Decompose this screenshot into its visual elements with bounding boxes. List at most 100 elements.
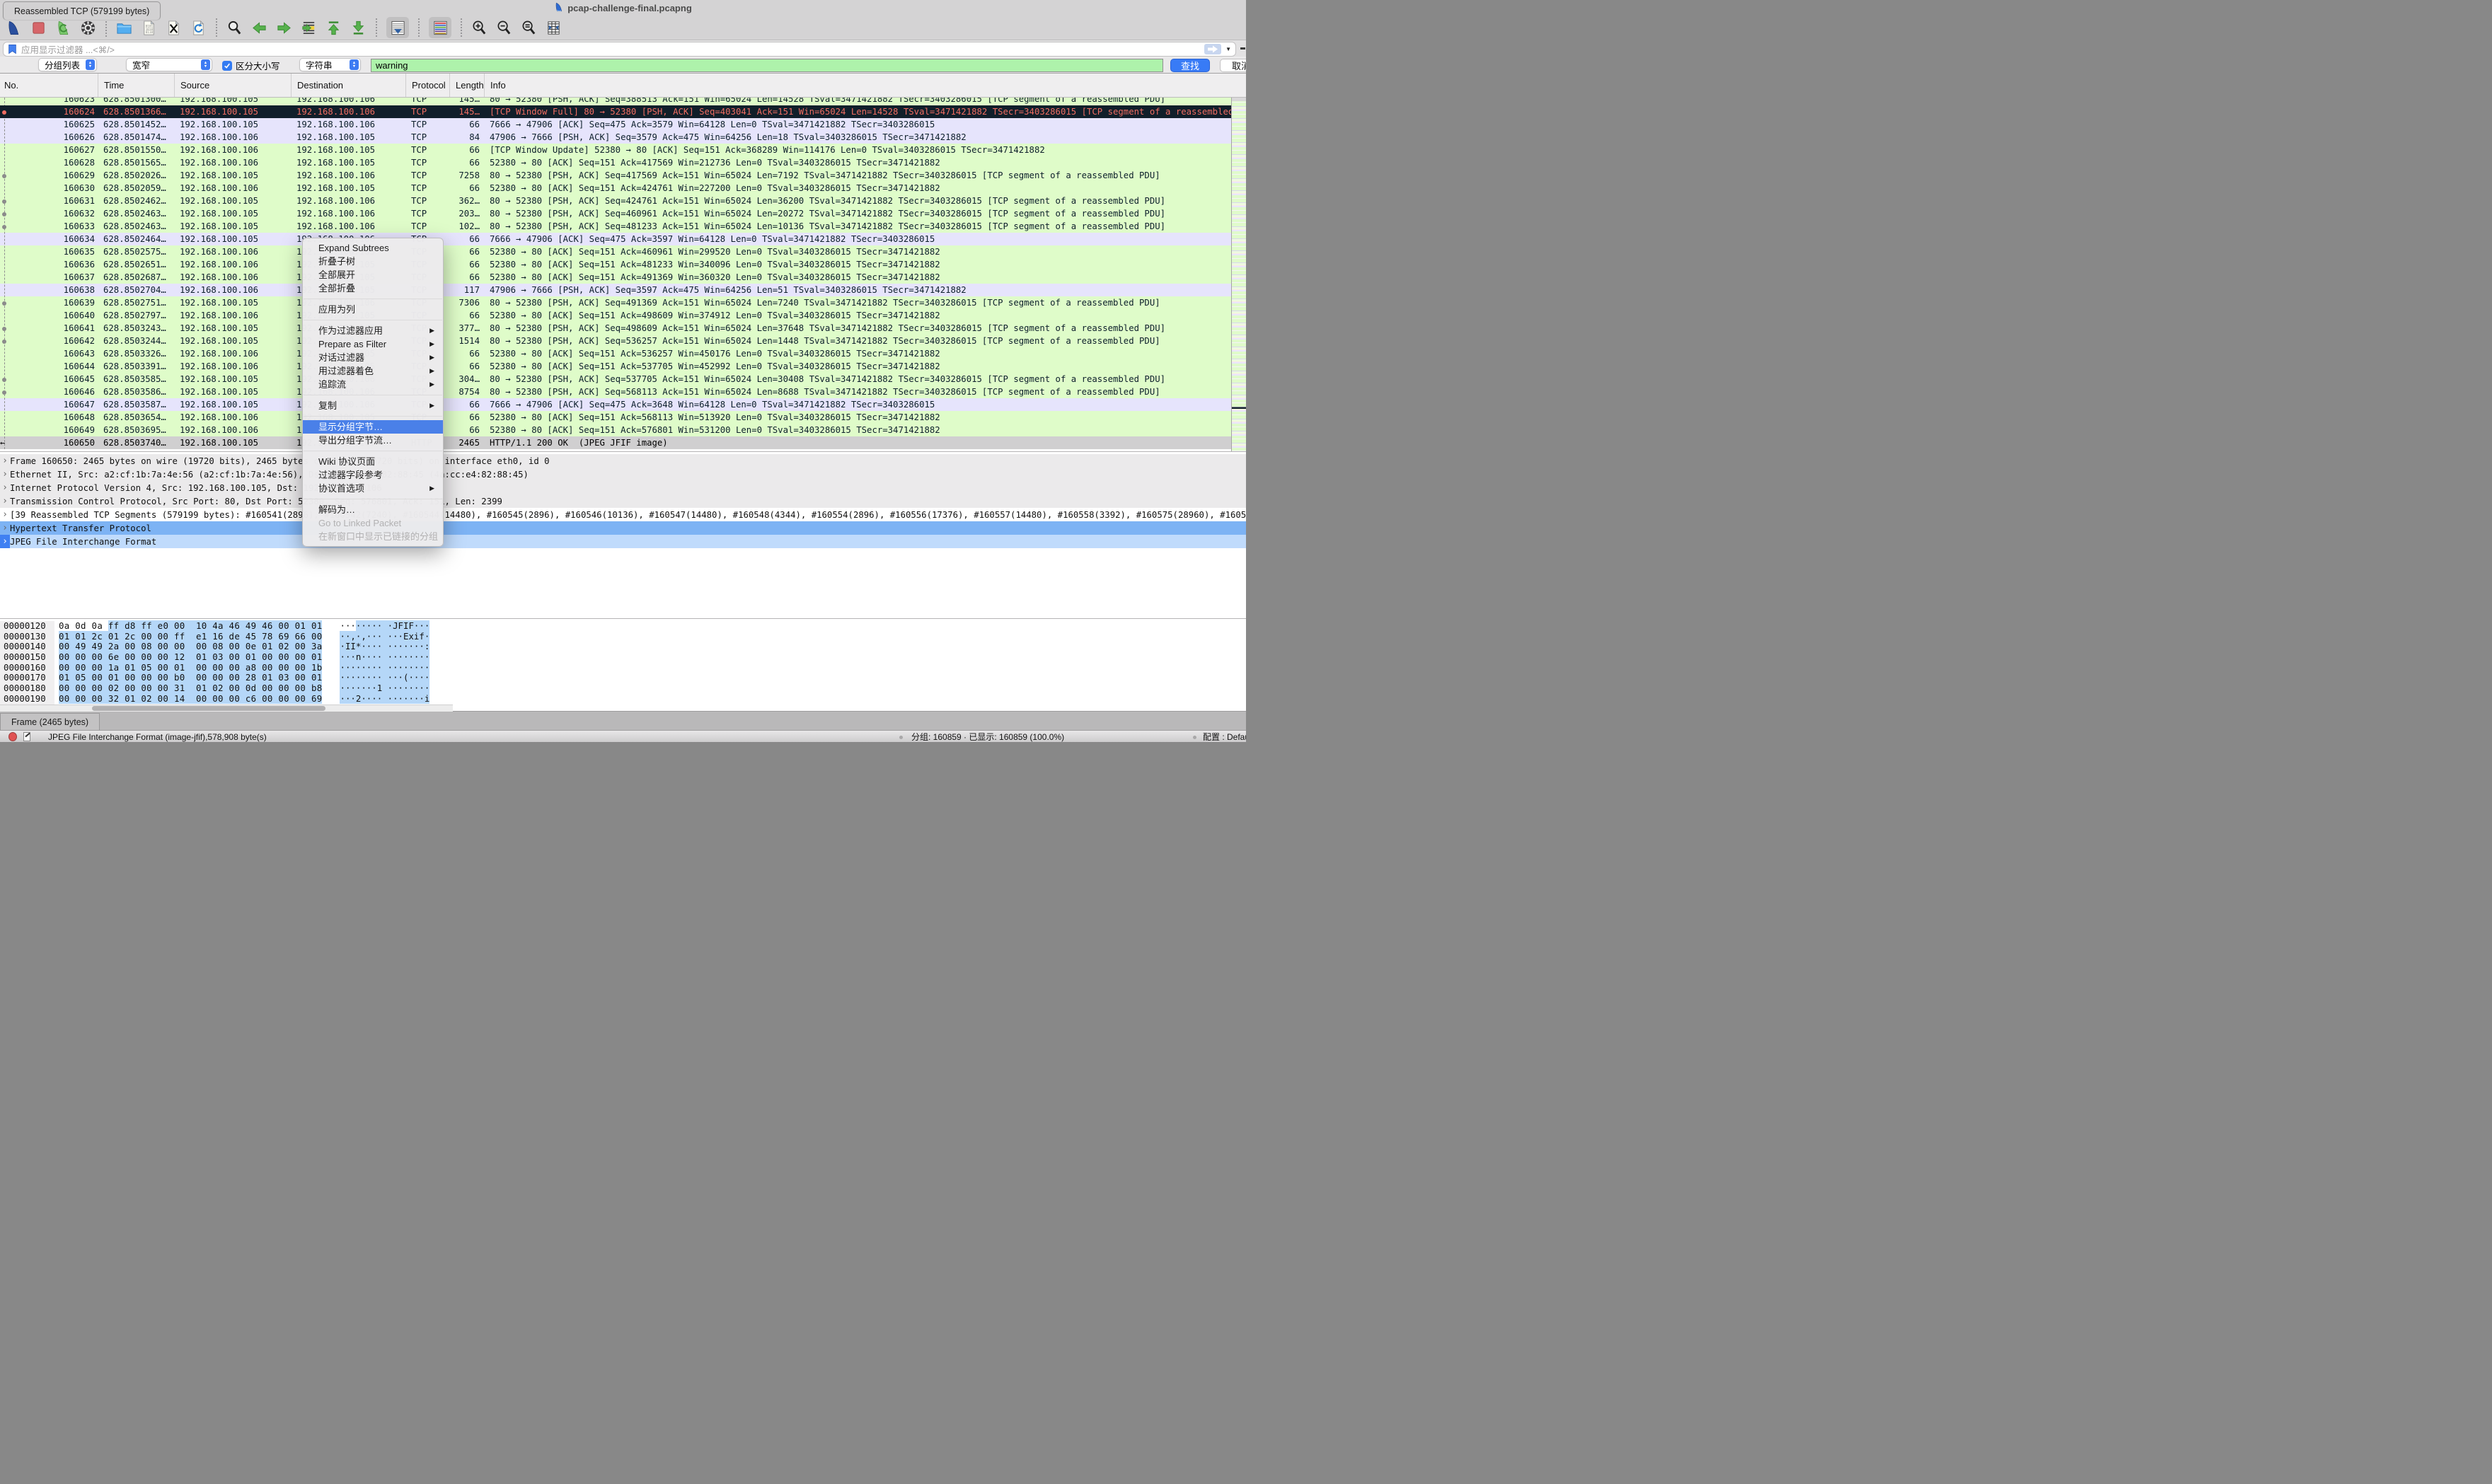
detail-row[interactable]: ›Internet Protocol Version 4, Src: 192.1…	[0, 481, 1246, 494]
packet-row[interactable]: 160631628.8502462…192.168.100.105192.168…	[0, 195, 1231, 207]
detail-row[interactable]: ›Hypertext Transfer Protocol	[0, 521, 1246, 535]
hex-bytes[interactable]: 01 01 2c 01 2c 00 00 ff e1 16 de 45 78 6…	[59, 632, 322, 642]
column-header-time[interactable]: Time	[98, 74, 174, 97]
packet-row[interactable]: 160624628.8501366…192.168.100.105192.168…	[0, 105, 1231, 118]
expander-icon[interactable]: ›	[0, 456, 10, 466]
column-header-destination[interactable]: Destination	[291, 74, 405, 97]
hex-bytes[interactable]: 0a 0d 0a ff d8 ff e0 00 10 4a 46 49 46 0…	[59, 621, 322, 632]
find-packet-button[interactable]	[226, 20, 243, 36]
packet-row[interactable]: 160641628.8503243…192.168.100.105192.168…	[0, 322, 1231, 335]
menu-item[interactable]: Go to Linked Packet	[303, 516, 443, 530]
display-filter-input[interactable]: 应用显示过滤器 ...<⌘/> ▼	[3, 42, 1236, 57]
hex-bytes[interactable]: 00 00 00 6e 00 00 00 12 01 03 00 01 00 0…	[59, 652, 322, 663]
column-header-info[interactable]: Info	[484, 74, 1246, 97]
detail-row[interactable]: ›Frame 160650: 2465 bytes on wire (19720…	[0, 454, 1246, 468]
column-header-length[interactable]: Length	[449, 74, 484, 97]
packet-row[interactable]: 160640628.8502797…192.168.100.106192.168…	[0, 309, 1231, 322]
restart-capture-button[interactable]	[55, 20, 71, 36]
packet-row[interactable]: 160635628.8502575…192.168.100.106192.168…	[0, 245, 1231, 258]
menu-item[interactable]: 显示分组字节…	[303, 420, 443, 434]
detail-row[interactable]: ›Ethernet II, Src: a2:cf:1b:7a:4e:56 (a2…	[0, 468, 1246, 481]
packet-row[interactable]: 160643628.8503326…192.168.100.106192.168…	[0, 347, 1231, 360]
start-capture-button[interactable]	[6, 20, 22, 36]
colorize-toggle[interactable]	[429, 17, 451, 38]
previous-packet-button[interactable]	[251, 20, 267, 36]
hex-bytes[interactable]: 00 49 49 2a 00 08 00 00 00 08 00 0e 01 0…	[59, 642, 322, 652]
menu-item[interactable]: Wiki 协议页面	[303, 455, 443, 468]
menu-item[interactable]: 用过滤器着色▶	[303, 364, 443, 378]
packet-row[interactable]: 160636628.8502651…192.168.100.106192.168…	[0, 258, 1231, 271]
menu-item[interactable]: 在新窗口中显示已链接的分组	[303, 530, 443, 543]
scrollbar-handle[interactable]	[92, 706, 325, 711]
menu-item[interactable]: 折叠子树	[303, 255, 443, 268]
hex-row[interactable]: 000001200a 0d 0a ff d8 ff e0 00 10 4a 46…	[0, 621, 1246, 632]
next-packet-button[interactable]	[276, 20, 292, 36]
hex-bytes[interactable]: 00 00 00 1a 01 05 00 01 00 00 00 a8 00 0…	[59, 663, 322, 673]
packet-row[interactable]: 160630628.8502059…192.168.100.106192.168…	[0, 182, 1231, 195]
hex-row[interactable]: 0000013001 01 2c 01 2c 00 00 ff e1 16 de…	[0, 632, 1246, 642]
hex-row[interactable]: 0000016000 00 00 1a 01 05 00 01 00 00 00…	[0, 663, 1246, 673]
hex-ascii[interactable]: ··,·,··· ···Exif·	[340, 632, 429, 642]
expander-icon[interactable]: ›	[0, 482, 10, 493]
hex-ascii[interactable]: ·II*···· ·······:	[340, 642, 429, 652]
detail-row[interactable]: ›Transmission Control Protocol, Src Port…	[0, 494, 1246, 508]
status-profile[interactable]: 配置 : Default	[1203, 731, 1246, 742]
search-range-select[interactable]: 宽窄 ▲▼	[126, 58, 212, 71]
packet-row[interactable]: 160628628.8501565…192.168.100.106192.168…	[0, 156, 1231, 169]
packet-row[interactable]: 160638628.8502704…192.168.100.106192.168…	[0, 284, 1231, 296]
hex-bytes[interactable]: 00 00 00 32 01 02 00 14 00 00 00 c6 00 0…	[59, 694, 322, 705]
hex-ascii[interactable]: ·······1 ········	[340, 683, 429, 694]
packet-row[interactable]: 160627628.8501550…192.168.100.106192.168…	[0, 144, 1231, 156]
close-file-button[interactable]	[166, 20, 182, 36]
expander-icon[interactable]: ›	[0, 496, 10, 506]
hex-ascii[interactable]: ···n···· ········	[340, 652, 429, 663]
filter-history-dropdown-icon[interactable]: ▼	[1225, 46, 1231, 52]
hex-ascii[interactable]: ········ ·JFIF···	[340, 621, 429, 632]
expander-icon[interactable]: ›	[0, 535, 10, 548]
hex-ascii[interactable]: ···2···· ·······i	[340, 694, 429, 705]
first-packet-button[interactable]	[325, 20, 342, 36]
packet-row[interactable]: 160632628.8502463…192.168.100.105192.168…	[0, 207, 1231, 220]
menu-item[interactable]: 导出分组字节流…	[303, 434, 443, 447]
apply-filter-button[interactable]	[1204, 44, 1221, 54]
hex-row[interactable]: 0000018000 00 00 02 00 00 00 31 01 02 00…	[0, 683, 1246, 694]
hex-row[interactable]: 0000017001 05 00 01 00 00 00 b0 00 00 00…	[0, 673, 1246, 683]
packet-row[interactable]: 160647628.8503587…192.168.100.105192.168…	[0, 398, 1231, 411]
hex-bytes[interactable]: 00 00 00 02 00 00 00 31 01 02 00 0d 00 0…	[59, 683, 322, 694]
menu-item[interactable]: 对话过滤器▶	[303, 351, 443, 364]
stop-capture-button[interactable]	[30, 20, 47, 36]
hex-row[interactable]: 0000019000 00 00 32 01 02 00 14 00 00 00…	[0, 694, 1246, 705]
detail-row[interactable]: ›[39 Reassembled TCP Segments (579199 by…	[0, 508, 1246, 521]
capture-comment-icon[interactable]	[23, 732, 30, 741]
hex-row[interactable]: 0000014000 49 49 2a 00 08 00 00 00 08 00…	[0, 642, 1246, 652]
packet-row[interactable]: 160625628.8501452…192.168.100.105192.168…	[0, 118, 1231, 131]
reload-file-button[interactable]	[190, 20, 207, 36]
menu-item[interactable]: 作为过滤器应用▶	[303, 324, 443, 337]
packet-row[interactable]: 160629628.8502026…192.168.100.105192.168…	[0, 169, 1231, 182]
menu-item[interactable]: 协议首选项▶	[303, 482, 443, 495]
menu-item[interactable]: 全部展开	[303, 268, 443, 282]
tab-frame[interactable]: Frame (2465 bytes)	[0, 713, 100, 730]
packet-row[interactable]: ←160650628.8503740…192.168.100.105192.16…	[0, 436, 1231, 449]
search-type-select[interactable]: 字符串 ▲▼	[299, 58, 361, 71]
packet-row[interactable]: 160642628.8503244…192.168.100.105192.168…	[0, 335, 1231, 347]
expander-icon[interactable]: ›	[0, 469, 10, 480]
detail-row[interactable]: ›JPEG File Interchange Format	[0, 535, 1246, 548]
packet-row[interactable]: 160646628.8503586…192.168.100.105192.168…	[0, 386, 1231, 398]
zoom-original-button[interactable]	[521, 20, 537, 36]
packet-row[interactable]: 160633628.8502463…192.168.100.105192.168…	[0, 220, 1231, 233]
filter-bookmark-icon[interactable]	[8, 44, 17, 54]
menu-item[interactable]: Expand Subtrees	[303, 241, 443, 255]
zoom-out-button[interactable]	[496, 20, 512, 36]
case-sensitive-checkbox[interactable]	[222, 61, 232, 71]
expander-icon[interactable]: ›	[0, 509, 10, 520]
packet-row[interactable]: 160639628.8502751…192.168.100.105192.168…	[0, 296, 1231, 309]
hex-bytes[interactable]: 01 05 00 01 00 00 00 b0 00 00 00 28 01 0…	[59, 673, 322, 683]
packet-row[interactable]: 160637628.8502687…192.168.100.106192.168…	[0, 271, 1231, 284]
hex-horizontal-scrollbar[interactable]	[0, 705, 453, 712]
menu-item[interactable]: 应用为列	[303, 303, 443, 316]
search-input[interactable]: warning	[371, 59, 1163, 72]
column-header-source[interactable]: Source	[174, 74, 291, 97]
resize-columns-button[interactable]	[546, 20, 562, 36]
packet-list-minimap-scrollbar[interactable]	[1231, 98, 1246, 451]
